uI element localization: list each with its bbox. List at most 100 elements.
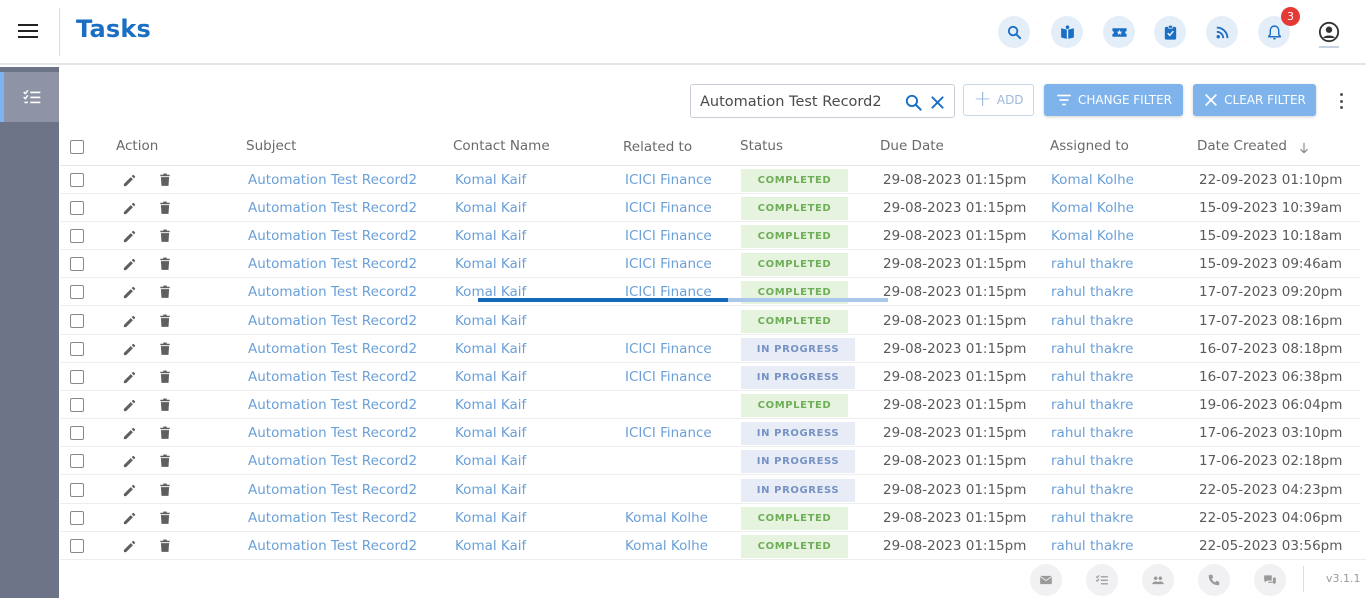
cell-contact[interactable]: Komal Kaif <box>455 228 526 244</box>
cell-related[interactable]: ICICI Finance <box>625 425 712 441</box>
cell-assigned[interactable]: rahul thakre <box>1051 397 1133 413</box>
cell-contact[interactable]: Komal Kaif <box>455 453 526 469</box>
edit-icon[interactable] <box>122 201 137 216</box>
column-header-date-created[interactable]: Date Created <box>1197 138 1287 154</box>
cell-subject[interactable]: Automation Test Record2 <box>248 397 417 413</box>
tasks-clipboard-icon[interactable] <box>1154 16 1186 48</box>
cell-subject[interactable]: Automation Test Record2 <box>248 538 417 554</box>
cell-assigned[interactable]: rahul thakre <box>1051 453 1133 469</box>
email-icon[interactable] <box>1030 564 1062 596</box>
delete-icon[interactable] <box>158 369 172 385</box>
cell-related[interactable]: ICICI Finance <box>625 200 712 216</box>
delete-icon[interactable] <box>158 482 172 498</box>
rss-feed-icon[interactable] <box>1206 16 1238 48</box>
cell-subject[interactable]: Automation Test Record2 <box>248 200 417 216</box>
cell-contact[interactable]: Komal Kaif <box>455 397 526 413</box>
row-checkbox[interactable] <box>70 229 84 243</box>
cell-assigned[interactable]: Komal Kolhe <box>1051 172 1134 188</box>
cell-contact[interactable]: Komal Kaif <box>455 341 526 357</box>
cell-subject[interactable]: Automation Test Record2 <box>248 510 417 526</box>
delete-icon[interactable] <box>158 538 172 554</box>
delete-icon[interactable] <box>158 453 172 469</box>
cell-assigned[interactable]: rahul thakre <box>1051 284 1133 300</box>
table-row[interactable]: Automation Test Record2 Komal Kaif COMPLET… <box>60 391 1360 419</box>
table-row[interactable]: Automation Test Record2 Komal Kaif ICICI F… <box>60 363 1360 391</box>
row-checkbox[interactable] <box>70 483 84 497</box>
cell-contact[interactable]: Komal Kaif <box>455 200 526 216</box>
column-header-assigned[interactable]: Assigned to <box>1050 138 1129 154</box>
row-checkbox[interactable] <box>70 201 84 215</box>
delete-icon[interactable] <box>158 341 172 357</box>
search-icon[interactable] <box>904 93 923 112</box>
delete-icon[interactable] <box>158 172 172 188</box>
cell-related[interactable]: ICICI Finance <box>625 341 712 357</box>
delete-icon[interactable] <box>158 284 172 300</box>
phone-icon[interactable] <box>1198 564 1230 596</box>
column-header-due-date[interactable]: Due Date <box>880 138 944 154</box>
cell-contact[interactable]: Komal Kaif <box>455 425 526 441</box>
cell-related[interactable]: ICICI Finance <box>625 228 712 244</box>
row-checkbox[interactable] <box>70 511 84 525</box>
cell-subject[interactable]: Automation Test Record2 <box>248 172 417 188</box>
cell-assigned[interactable]: rahul thakre <box>1051 256 1133 272</box>
delete-icon[interactable] <box>158 200 172 216</box>
delete-icon[interactable] <box>158 256 172 272</box>
cell-subject[interactable]: Automation Test Record2 <box>248 482 417 498</box>
cell-subject[interactable]: Automation Test Record2 <box>248 284 417 300</box>
table-row[interactable]: Automation Test Record2 Komal Kaif Komal K… <box>60 504 1360 532</box>
meeting-icon[interactable] <box>1142 564 1174 596</box>
row-checkbox[interactable] <box>70 370 84 384</box>
search-icon[interactable] <box>998 16 1030 48</box>
cell-related[interactable]: ICICI Finance <box>625 172 712 188</box>
table-row[interactable]: Automation Test Record2 Komal Kaif Komal K… <box>60 532 1360 560</box>
delete-icon[interactable] <box>158 425 172 441</box>
cell-assigned[interactable]: Komal Kolhe <box>1051 228 1134 244</box>
cell-assigned[interactable]: Komal Kolhe <box>1051 200 1134 216</box>
cell-related[interactable]: ICICI Finance <box>625 369 712 385</box>
contacts-book-icon[interactable] <box>1051 16 1083 48</box>
table-row[interactable]: Automation Test Record2 Komal Kaif COMPLET… <box>60 307 1360 335</box>
row-checkbox[interactable] <box>70 257 84 271</box>
cell-subject[interactable]: Automation Test Record2 <box>248 369 417 385</box>
table-row[interactable]: Automation Test Record2 Komal Kaif ICICI F… <box>60 194 1360 222</box>
cell-assigned[interactable]: rahul thakre <box>1051 313 1133 329</box>
cell-contact[interactable]: Komal Kaif <box>455 482 526 498</box>
row-checkbox[interactable] <box>70 285 84 299</box>
cell-subject[interactable]: Automation Test Record2 <box>248 453 417 469</box>
column-header-related[interactable]: Related to <box>623 139 692 155</box>
cell-contact[interactable]: Komal Kaif <box>455 172 526 188</box>
cell-assigned[interactable]: rahul thakre <box>1051 369 1133 385</box>
add-button[interactable]: + ADD <box>963 84 1034 116</box>
cell-related[interactable]: ICICI Finance <box>625 256 712 272</box>
change-filter-button[interactable]: CHANGE FILTER <box>1044 84 1183 116</box>
column-header-contact[interactable]: Contact Name <box>453 138 550 154</box>
more-options-icon[interactable] <box>1337 93 1345 109</box>
table-row[interactable]: Automation Test Record2 Komal Kaif IN PROG… <box>60 476 1360 504</box>
delete-icon[interactable] <box>158 313 172 329</box>
user-account-icon[interactable] <box>1318 21 1340 43</box>
row-checkbox[interactable] <box>70 173 84 187</box>
clear-search-icon[interactable] <box>929 94 946 111</box>
edit-icon[interactable] <box>122 454 137 469</box>
table-row[interactable]: Automation Test Record2 Komal Kaif IN PROG… <box>60 447 1360 475</box>
row-checkbox[interactable] <box>70 342 84 356</box>
delete-icon[interactable] <box>158 228 172 244</box>
cell-assigned[interactable]: rahul thakre <box>1051 538 1133 554</box>
cell-subject[interactable]: Automation Test Record2 <box>248 228 417 244</box>
edit-icon[interactable] <box>122 370 137 385</box>
edit-icon[interactable] <box>122 229 137 244</box>
cell-subject[interactable]: Automation Test Record2 <box>248 313 417 329</box>
select-all-checkbox[interactable] <box>70 140 84 154</box>
row-checkbox[interactable] <box>70 398 84 412</box>
edit-icon[interactable] <box>122 285 137 300</box>
cell-related[interactable]: Komal Kolhe <box>625 510 708 526</box>
edit-icon[interactable] <box>122 342 137 357</box>
column-header-subject[interactable]: Subject <box>246 138 296 154</box>
task-list-icon[interactable] <box>1086 564 1118 596</box>
delete-icon[interactable] <box>158 397 172 413</box>
edit-icon[interactable] <box>122 314 137 329</box>
column-header-status[interactable]: Status <box>740 138 783 154</box>
table-row[interactable]: Automation Test Record2 Komal Kaif ICICI F… <box>60 419 1360 447</box>
cell-subject[interactable]: Automation Test Record2 <box>248 425 417 441</box>
table-row[interactable]: Automation Test Record2 Komal Kaif ICICI F… <box>60 166 1360 194</box>
